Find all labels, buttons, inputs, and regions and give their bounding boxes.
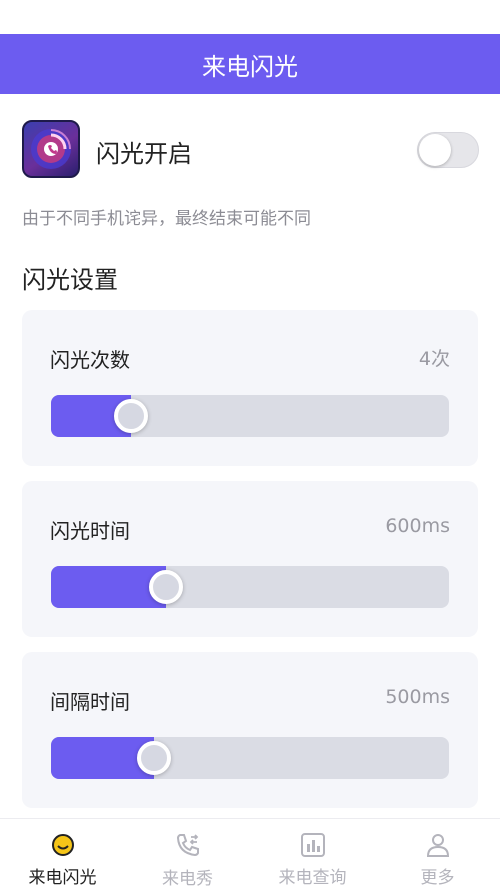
switch-knob — [419, 134, 451, 166]
nav-item-flash[interactable]: 来电闪光 — [0, 819, 125, 888]
flash-count-slider[interactable] — [51, 395, 449, 437]
setting-card-flash-duration: 闪光时间 600ms — [22, 481, 478, 637]
nav-label: 来电闪光 — [28, 868, 97, 888]
setting-value: 500ms — [385, 686, 450, 708]
setting-value: 600ms — [385, 515, 450, 537]
section-title: 闪光设置 — [22, 266, 118, 294]
slider-handle[interactable] — [137, 741, 172, 775]
setting-label: 闪光次数 — [50, 348, 130, 372]
interval-slider[interactable] — [51, 737, 449, 779]
nav-item-more[interactable]: 更多 — [375, 819, 500, 888]
nav-item-call-query[interactable]: 来电查询 — [250, 819, 375, 888]
slider-handle[interactable] — [113, 399, 148, 433]
setting-card-flash-count: 闪光次数 4次 — [22, 310, 478, 466]
phone-transfer-icon — [174, 831, 202, 859]
bar-chart-icon — [299, 831, 327, 858]
device-note: 由于不同手机诧异，最终结束可能不同 — [22, 209, 311, 229]
slider-handle[interactable] — [149, 570, 184, 604]
nav-item-call-show[interactable]: 来电秀 — [125, 819, 250, 888]
flash-toggle-label: 闪光开启 — [96, 140, 192, 168]
setting-label: 闪光时间 — [50, 519, 130, 543]
flash-toggle-switch[interactable] — [417, 132, 479, 168]
flash-toggle-row: 闪光开启 — [0, 94, 500, 206]
bottom-nav: 来电闪光 来电秀 来电查询 更多 — [0, 818, 500, 888]
flash-duration-slider[interactable] — [51, 566, 449, 608]
setting-value: 4次 — [418, 348, 450, 370]
nav-label: 来电查询 — [278, 868, 347, 888]
person-icon — [424, 831, 452, 858]
nav-label: 来电秀 — [162, 869, 213, 888]
app-logo-icon — [22, 120, 80, 178]
status-bar — [0, 0, 500, 34]
setting-card-interval: 间隔时间 500ms — [22, 652, 478, 808]
nav-label: 更多 — [420, 868, 455, 888]
page-title: 来电闪光 — [202, 52, 298, 81]
app-header: 来电闪光 — [0, 34, 500, 94]
smile-face-icon — [49, 831, 77, 858]
setting-label: 间隔时间 — [50, 690, 130, 714]
